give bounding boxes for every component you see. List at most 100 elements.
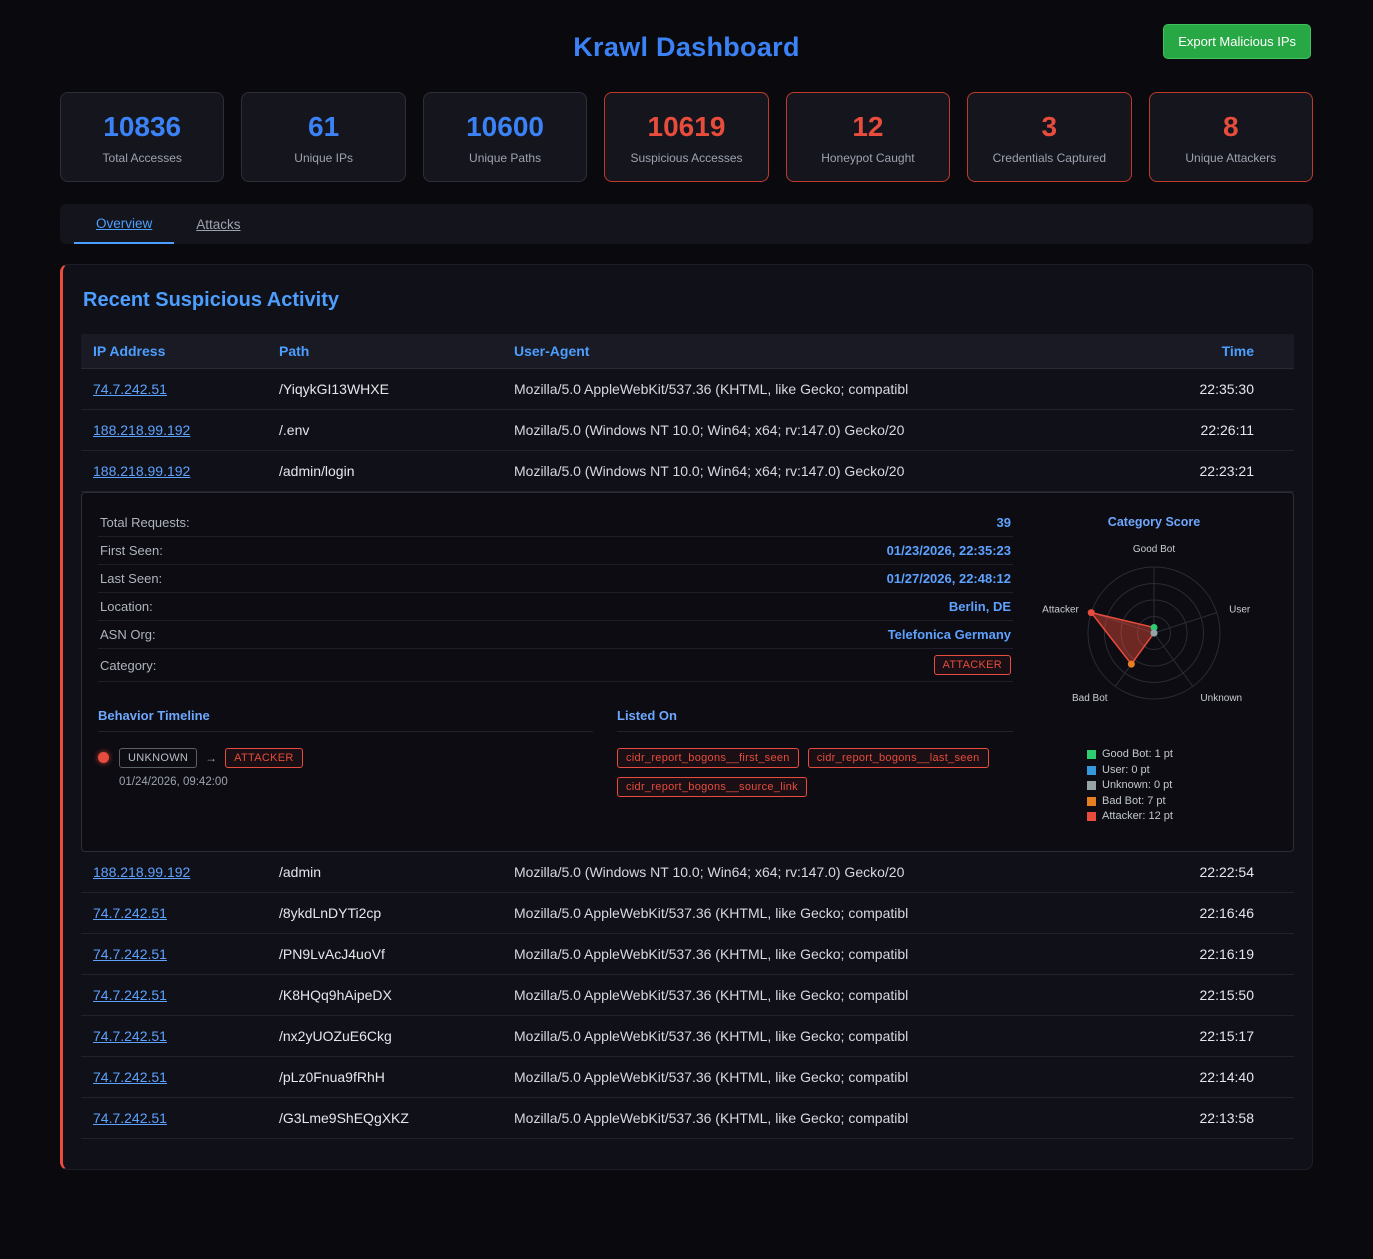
ip-cell: 74.7.242.51 [81, 899, 267, 927]
path-cell: /K8HQq9hAipeDX [267, 981, 502, 1009]
stat-label: Unique Paths [430, 151, 580, 165]
path-cell: /YiqykGI13WHXE [267, 375, 502, 403]
legend-swatch [1087, 781, 1096, 790]
user-agent-cell: Mozilla/5.0 AppleWebKit/537.36 (KHTML, l… [502, 1063, 1124, 1091]
stat-label: Unique IPs [248, 151, 398, 165]
svg-text:Unknown: Unknown [1200, 693, 1242, 704]
path-cell: /G3Lme9ShEQgXKZ [267, 1104, 502, 1132]
detail-field-label: Total Requests: [100, 515, 190, 530]
time-cell: 22:16:19 [1124, 940, 1294, 968]
arrow-right-icon: → [205, 751, 217, 765]
legend-label: Good Bot: 1 pt [1102, 747, 1173, 763]
timeline-from-badge: UNKNOWN [119, 748, 197, 768]
tab-overview[interactable]: Overview [74, 204, 174, 244]
ip-link[interactable]: 74.7.242.51 [93, 1110, 167, 1126]
ip-cell: 74.7.242.51 [81, 1104, 267, 1132]
svg-text:User: User [1229, 605, 1251, 616]
ip-link[interactable]: 74.7.242.51 [93, 905, 167, 921]
legend-swatch [1087, 797, 1096, 806]
page: Krawl Dashboard Export Malicious IPs 108… [0, 0, 1373, 1184]
stat-value: 61 [248, 111, 398, 143]
radar-legend: Good Bot: 1 ptUser: 0 ptUnknown: 0 ptBad… [1087, 747, 1173, 825]
ip-cell: 74.7.242.51 [81, 375, 267, 403]
time-cell: 22:26:11 [1124, 416, 1294, 444]
user-agent-cell: Mozilla/5.0 AppleWebKit/537.36 (KHTML, l… [502, 899, 1124, 927]
detail-field-value: Telefonica Germany [888, 627, 1011, 642]
table-row[interactable]: 188.218.99.192/.envMozilla/5.0 (Windows … [81, 410, 1294, 451]
tabs-bar: OverviewAttacks [60, 204, 1313, 244]
ip-cell: 188.218.99.192 [81, 457, 267, 485]
path-cell: /8ykdLnDYTi2cp [267, 899, 502, 927]
time-cell: 22:15:50 [1124, 981, 1294, 1009]
listed-on-title: Listed On [617, 708, 1013, 732]
col-header-path: Path [267, 337, 502, 365]
stat-label: Honeypot Caught [793, 151, 943, 165]
stats-row: 10836Total Accesses61Unique IPs10600Uniq… [60, 92, 1313, 182]
legend-swatch [1087, 812, 1096, 821]
time-cell: 22:16:46 [1124, 899, 1294, 927]
detail-field-value: 39 [997, 515, 1011, 530]
detail-field-category: Category: ATTACKER [98, 649, 1013, 682]
stat-value: 10600 [430, 111, 580, 143]
rows-before: 74.7.242.51/YiqykGI13WHXEMozilla/5.0 App… [81, 369, 1294, 492]
ip-detail-info: Total Requests:39First Seen:01/23/2026, … [98, 509, 1013, 825]
behavior-timeline-title: Behavior Timeline [98, 708, 593, 732]
listed-on: Listed On cidr_report_bogons__first_seen… [617, 708, 1013, 797]
svg-text:Good Bot: Good Bot [1133, 544, 1175, 555]
user-agent-cell: Mozilla/5.0 (Windows NT 10.0; Win64; x64… [502, 858, 1124, 886]
table-row[interactable]: 74.7.242.51/8ykdLnDYTi2cpMozilla/5.0 App… [81, 893, 1294, 934]
ip-cell: 74.7.242.51 [81, 940, 267, 968]
user-agent-cell: Mozilla/5.0 AppleWebKit/537.36 (KHTML, l… [502, 1104, 1124, 1132]
stat-card-unique-ips: 61 Unique IPs [241, 92, 405, 182]
table-row[interactable]: 74.7.242.51/PN9LvAcJ4uoVfMozilla/5.0 App… [81, 934, 1294, 975]
table-row[interactable]: 74.7.242.51/pLz0Fnua9fRhHMozilla/5.0 App… [81, 1057, 1294, 1098]
ip-link[interactable]: 74.7.242.51 [93, 381, 167, 397]
table-row[interactable]: 188.218.99.192/adminMozilla/5.0 (Windows… [81, 852, 1294, 893]
table-row[interactable]: 74.7.242.51/K8HQq9hAipeDXMozilla/5.0 App… [81, 975, 1294, 1016]
detail-field-value: Berlin, DE [949, 599, 1011, 614]
stat-card-unique-paths: 10600 Unique Paths [423, 92, 587, 182]
ip-link[interactable]: 188.218.99.192 [93, 864, 190, 880]
time-cell: 22:22:54 [1124, 858, 1294, 886]
ip-link[interactable]: 74.7.242.51 [93, 1028, 167, 1044]
stat-value: 8 [1156, 111, 1306, 143]
detail-field-value: 01/23/2026, 22:35:23 [887, 543, 1011, 558]
export-malicious-ips-button[interactable]: Export Malicious IPs [1163, 24, 1311, 59]
time-cell: 22:15:17 [1124, 1022, 1294, 1050]
detail-field-value: 01/27/2026, 22:48:12 [887, 571, 1011, 586]
header: Krawl Dashboard Export Malicious IPs [60, 18, 1313, 76]
table-row[interactable]: 74.7.242.51/YiqykGI13WHXEMozilla/5.0 App… [81, 369, 1294, 410]
ip-cell: 74.7.242.51 [81, 981, 267, 1009]
table-row[interactable]: 74.7.242.51/G3Lme9ShEQgXKZMozilla/5.0 Ap… [81, 1098, 1294, 1139]
user-agent-cell: Mozilla/5.0 AppleWebKit/537.36 (KHTML, l… [502, 375, 1124, 403]
table-row[interactable]: 188.218.99.192/admin/loginMozilla/5.0 (W… [81, 451, 1294, 492]
ip-cell: 188.218.99.192 [81, 858, 267, 886]
user-agent-cell: Mozilla/5.0 AppleWebKit/537.36 (KHTML, l… [502, 940, 1124, 968]
stat-card-suspicious-accesses: 10619Suspicious Accesses [604, 92, 768, 182]
ip-cell: 188.218.99.192 [81, 416, 267, 444]
listed-on-badge[interactable]: cidr_report_bogons__first_seen [617, 748, 799, 768]
detail-field: ASN Org:Telefonica Germany [98, 621, 1013, 649]
svg-text:Attacker: Attacker [1042, 605, 1079, 616]
path-cell: /PN9LvAcJ4uoVf [267, 940, 502, 968]
tab-attacks[interactable]: Attacks [174, 204, 262, 244]
listed-on-badge[interactable]: cidr_report_bogons__source_link [617, 777, 807, 797]
ip-link[interactable]: 74.7.242.51 [93, 946, 167, 962]
legend-swatch [1087, 766, 1096, 775]
ip-cell: 74.7.242.51 [81, 1022, 267, 1050]
listed-on-badge[interactable]: cidr_report_bogons__last_seen [808, 748, 989, 768]
detail-fields: Total Requests:39First Seen:01/23/2026, … [98, 509, 1013, 649]
ip-link[interactable]: 188.218.99.192 [93, 422, 190, 438]
user-agent-cell: Mozilla/5.0 (Windows NT 10.0; Win64; x64… [502, 416, 1124, 444]
table-row[interactable]: 74.7.242.51/nx2yUOZuE6CkgMozilla/5.0 App… [81, 1016, 1294, 1057]
time-cell: 22:13:58 [1124, 1104, 1294, 1132]
ip-link[interactable]: 74.7.242.51 [93, 987, 167, 1003]
timeline-dot-icon [98, 752, 109, 763]
ip-detail-panel: Total Requests:39First Seen:01/23/2026, … [81, 492, 1294, 852]
stat-label: Unique Attackers [1156, 151, 1306, 165]
ip-link[interactable]: 188.218.99.192 [93, 463, 190, 479]
table-header-row: IP Address Path User-Agent Time [81, 334, 1294, 369]
ip-link[interactable]: 74.7.242.51 [93, 1069, 167, 1085]
radar-chart: Good BotUserUnknownBad BotAttacker [1036, 531, 1272, 731]
time-cell: 22:23:21 [1124, 457, 1294, 485]
